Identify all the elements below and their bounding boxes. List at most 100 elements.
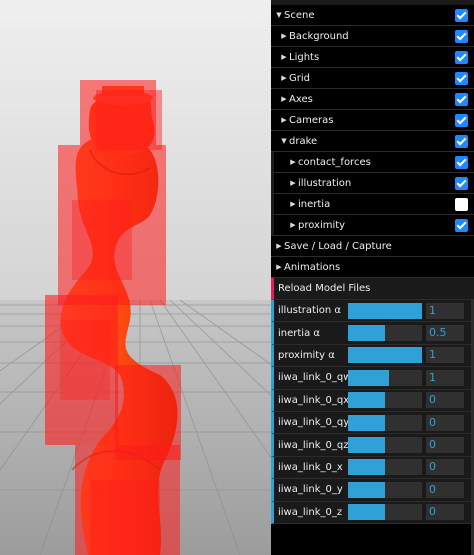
slider-value-input[interactable]: 0	[426, 504, 464, 521]
slider-track[interactable]	[348, 392, 422, 409]
checkbox-scene[interactable]	[455, 9, 468, 22]
slider-track[interactable]	[348, 414, 422, 431]
slider-value-input[interactable]: 0.5	[426, 325, 464, 342]
chevron-right-icon: ▶	[276, 242, 282, 250]
slider-label: proximity α	[278, 349, 335, 361]
slider-value-input[interactable]: 0	[426, 414, 464, 431]
folder-drake[interactable]: ▼ drake	[271, 131, 474, 152]
slider-value-input[interactable]: 1	[426, 302, 464, 319]
folder-grid[interactable]: ▶ Grid	[271, 68, 474, 89]
slider-row: iiwa_link_0_qw 1	[271, 367, 474, 390]
slider-label: iiwa_link_0_qx	[278, 394, 348, 406]
reload-model-files-button[interactable]: Reload Model Files	[271, 278, 474, 300]
slider-row: iiwa_link_0_qz 0	[271, 434, 474, 457]
slider-fill	[348, 347, 422, 364]
scene-render	[0, 0, 272, 555]
checkbox-illustration[interactable]	[455, 177, 468, 190]
slider-label: illustration α	[278, 305, 341, 317]
folder-contact-forces-label: contact_forces	[298, 156, 371, 168]
slider-fill	[348, 325, 385, 342]
slider-track[interactable]	[348, 325, 422, 342]
slider-label: iiwa_link_0_z	[278, 506, 343, 518]
folder-illustration[interactable]: ▶ illustration	[271, 173, 474, 194]
chevron-right-icon: ▶	[276, 263, 282, 271]
chevron-right-icon: ▶	[290, 158, 296, 166]
slider-row: proximity α 1	[271, 344, 474, 368]
checkbox-background[interactable]	[455, 30, 468, 43]
checkbox-lights[interactable]	[455, 51, 468, 64]
slider-label: inertia α	[278, 327, 320, 339]
slider-track[interactable]	[348, 369, 422, 386]
folder-cameras-label: Cameras	[289, 114, 334, 126]
checkbox-contact-forces[interactable]	[455, 156, 468, 169]
chevron-right-icon: ▶	[290, 221, 296, 229]
folder-contact-forces[interactable]: ▶ contact_forces	[271, 152, 474, 173]
chevron-right-icon: ▶	[281, 53, 287, 61]
slider-fill	[348, 392, 385, 409]
slider-track[interactable]	[348, 459, 422, 476]
folder-scene[interactable]: ▼ Scene	[271, 5, 474, 26]
slider-fill	[348, 369, 389, 386]
folder-lights-label: Lights	[289, 51, 320, 63]
checkbox-cameras[interactable]	[455, 114, 468, 127]
slider-fill	[348, 459, 385, 476]
slider-label: iiwa_link_0_y	[278, 484, 343, 496]
folder-axes[interactable]: ▶ Axes	[271, 89, 474, 110]
folder-proximity-label: proximity	[298, 219, 346, 231]
folder-save-load-label: Save / Load / Capture	[284, 240, 392, 252]
slider-label: iiwa_link_0_qw	[278, 372, 348, 384]
folder-scene-label: Scene	[284, 9, 315, 21]
chevron-right-icon: ▶	[281, 32, 287, 40]
slider-track[interactable]	[348, 481, 422, 498]
folder-proximity[interactable]: ▶ proximity	[271, 215, 474, 236]
slider-fill	[348, 504, 385, 521]
slider-track[interactable]	[348, 302, 422, 319]
slider-track[interactable]	[348, 437, 422, 454]
checkbox-inertia[interactable]	[455, 198, 468, 211]
slider-track[interactable]	[348, 347, 422, 364]
slider-row: iiwa_link_0_x 0	[271, 456, 474, 480]
slider-label: iiwa_link_0_qz	[278, 439, 348, 451]
slider-value-input[interactable]: 0	[426, 392, 464, 409]
slider-fill	[348, 481, 385, 498]
slider-row: iiwa_link_0_y 0	[271, 479, 474, 502]
slider-value-input[interactable]: 0	[426, 437, 464, 454]
chevron-down-icon: ▼	[281, 137, 287, 145]
folder-save-load-capture[interactable]: ▶ Save / Load / Capture	[271, 236, 474, 257]
slider-track[interactable]	[348, 504, 422, 521]
folder-animations[interactable]: ▶ Animations	[271, 257, 474, 278]
slider-value-input[interactable]: 1	[426, 369, 464, 386]
slider-label: iiwa_link_0_qy	[278, 417, 348, 429]
checkbox-axes[interactable]	[455, 93, 468, 106]
slider-label: iiwa_link_0_x	[278, 461, 343, 473]
chevron-right-icon: ▶	[281, 74, 287, 82]
checkbox-grid[interactable]	[455, 72, 468, 85]
folder-lights[interactable]: ▶ Lights	[271, 47, 474, 68]
folder-inertia[interactable]: ▶ inertia	[271, 194, 474, 215]
slider-row: inertia α 0.5	[271, 322, 474, 345]
folder-background-label: Background	[289, 30, 349, 42]
slider-fill	[348, 437, 385, 454]
controls-panel: ▼ Scene ▶ Background ▶ Lights ▶ Grid ▶ A…	[271, 0, 474, 555]
slider-fill	[348, 414, 385, 431]
folder-axes-label: Axes	[289, 93, 313, 105]
folder-background[interactable]: ▶ Background	[271, 26, 474, 47]
slider-row: iiwa_link_0_qx 0	[271, 389, 474, 412]
chevron-down-icon: ▼	[276, 11, 282, 19]
chevron-right-icon: ▶	[281, 95, 287, 103]
folder-grid-label: Grid	[289, 72, 310, 84]
chevron-right-icon: ▶	[281, 116, 287, 124]
slider-value-input[interactable]: 0	[426, 481, 464, 498]
slider-value-input[interactable]: 0	[426, 459, 464, 476]
folder-illustration-label: illustration	[298, 177, 352, 189]
checkbox-proximity[interactable]	[455, 219, 468, 232]
folder-cameras[interactable]: ▶ Cameras	[271, 110, 474, 131]
slider-row: iiwa_link_0_z 0	[271, 501, 474, 524]
chevron-right-icon: ▶	[290, 179, 296, 187]
slider-value-input[interactable]: 1	[426, 347, 464, 364]
3d-viewport[interactable]	[0, 0, 272, 555]
checkbox-drake[interactable]	[455, 135, 468, 148]
folder-drake-label: drake	[289, 135, 318, 147]
slider-fill	[348, 302, 422, 319]
reload-model-files-label: Reload Model Files	[278, 283, 371, 294]
